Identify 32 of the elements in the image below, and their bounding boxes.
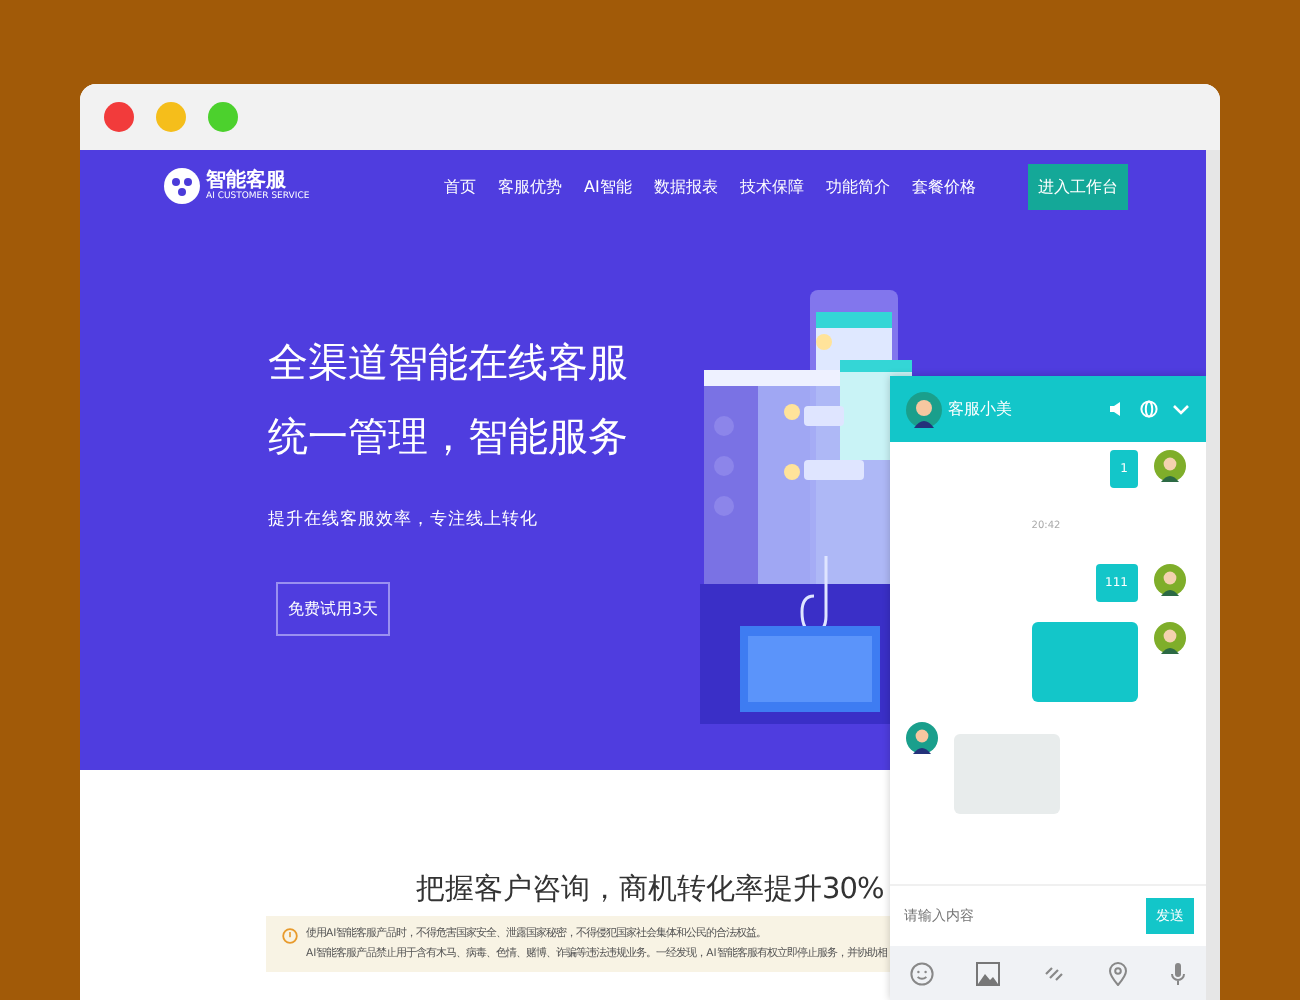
hero-title: 统一管理，智能服务: [268, 410, 630, 464]
warning-icon: [282, 928, 298, 944]
microphone-icon[interactable]: [1169, 961, 1186, 985]
scrollbar[interactable]: [1206, 150, 1220, 1000]
user-avatar-icon: [1154, 450, 1186, 482]
logo-icon: [164, 168, 200, 204]
nav-link[interactable]: 套餐价格: [911, 175, 976, 197]
agent-avatar-icon: [906, 391, 942, 427]
free-trial-button[interactable]: 免费试用3天: [276, 582, 391, 636]
nav-link[interactable]: AI智能: [584, 175, 632, 197]
logo-name: 智能客服: [206, 169, 288, 191]
nav-link[interactable]: 功能简介: [825, 175, 890, 197]
user-avatar-icon: [1154, 564, 1186, 596]
globe-icon[interactable]: [1140, 400, 1158, 418]
emoji-icon[interactable]: [910, 961, 935, 985]
nav-link[interactable]: 数据报表: [653, 175, 718, 197]
image-icon[interactable]: [976, 961, 1001, 985]
agent-avatar-icon: [906, 722, 938, 754]
agent-name: 客服小美: [948, 398, 1012, 420]
location-pin-icon[interactable]: [1107, 961, 1128, 985]
nav-link[interactable]: 技术保障: [739, 175, 804, 197]
section-title: 把握客户咨询，商机转化率提升30%: [416, 871, 886, 908]
image-message: [1032, 622, 1138, 702]
nav-link[interactable]: 客服优势: [498, 175, 562, 197]
nav-link[interactable]: 首页: [444, 175, 476, 197]
hero-title: 全渠道智能在线客服: [268, 336, 630, 390]
speaker-icon[interactable]: [1108, 400, 1126, 418]
user-avatar-icon: [1154, 622, 1186, 654]
close-button[interactable]: [104, 102, 134, 132]
hero-subtitle: 提升在线客服效率，专注线上转化: [268, 508, 540, 532]
collapse-icon[interactable]: [1172, 400, 1190, 418]
maximize-button[interactable]: [208, 102, 238, 132]
